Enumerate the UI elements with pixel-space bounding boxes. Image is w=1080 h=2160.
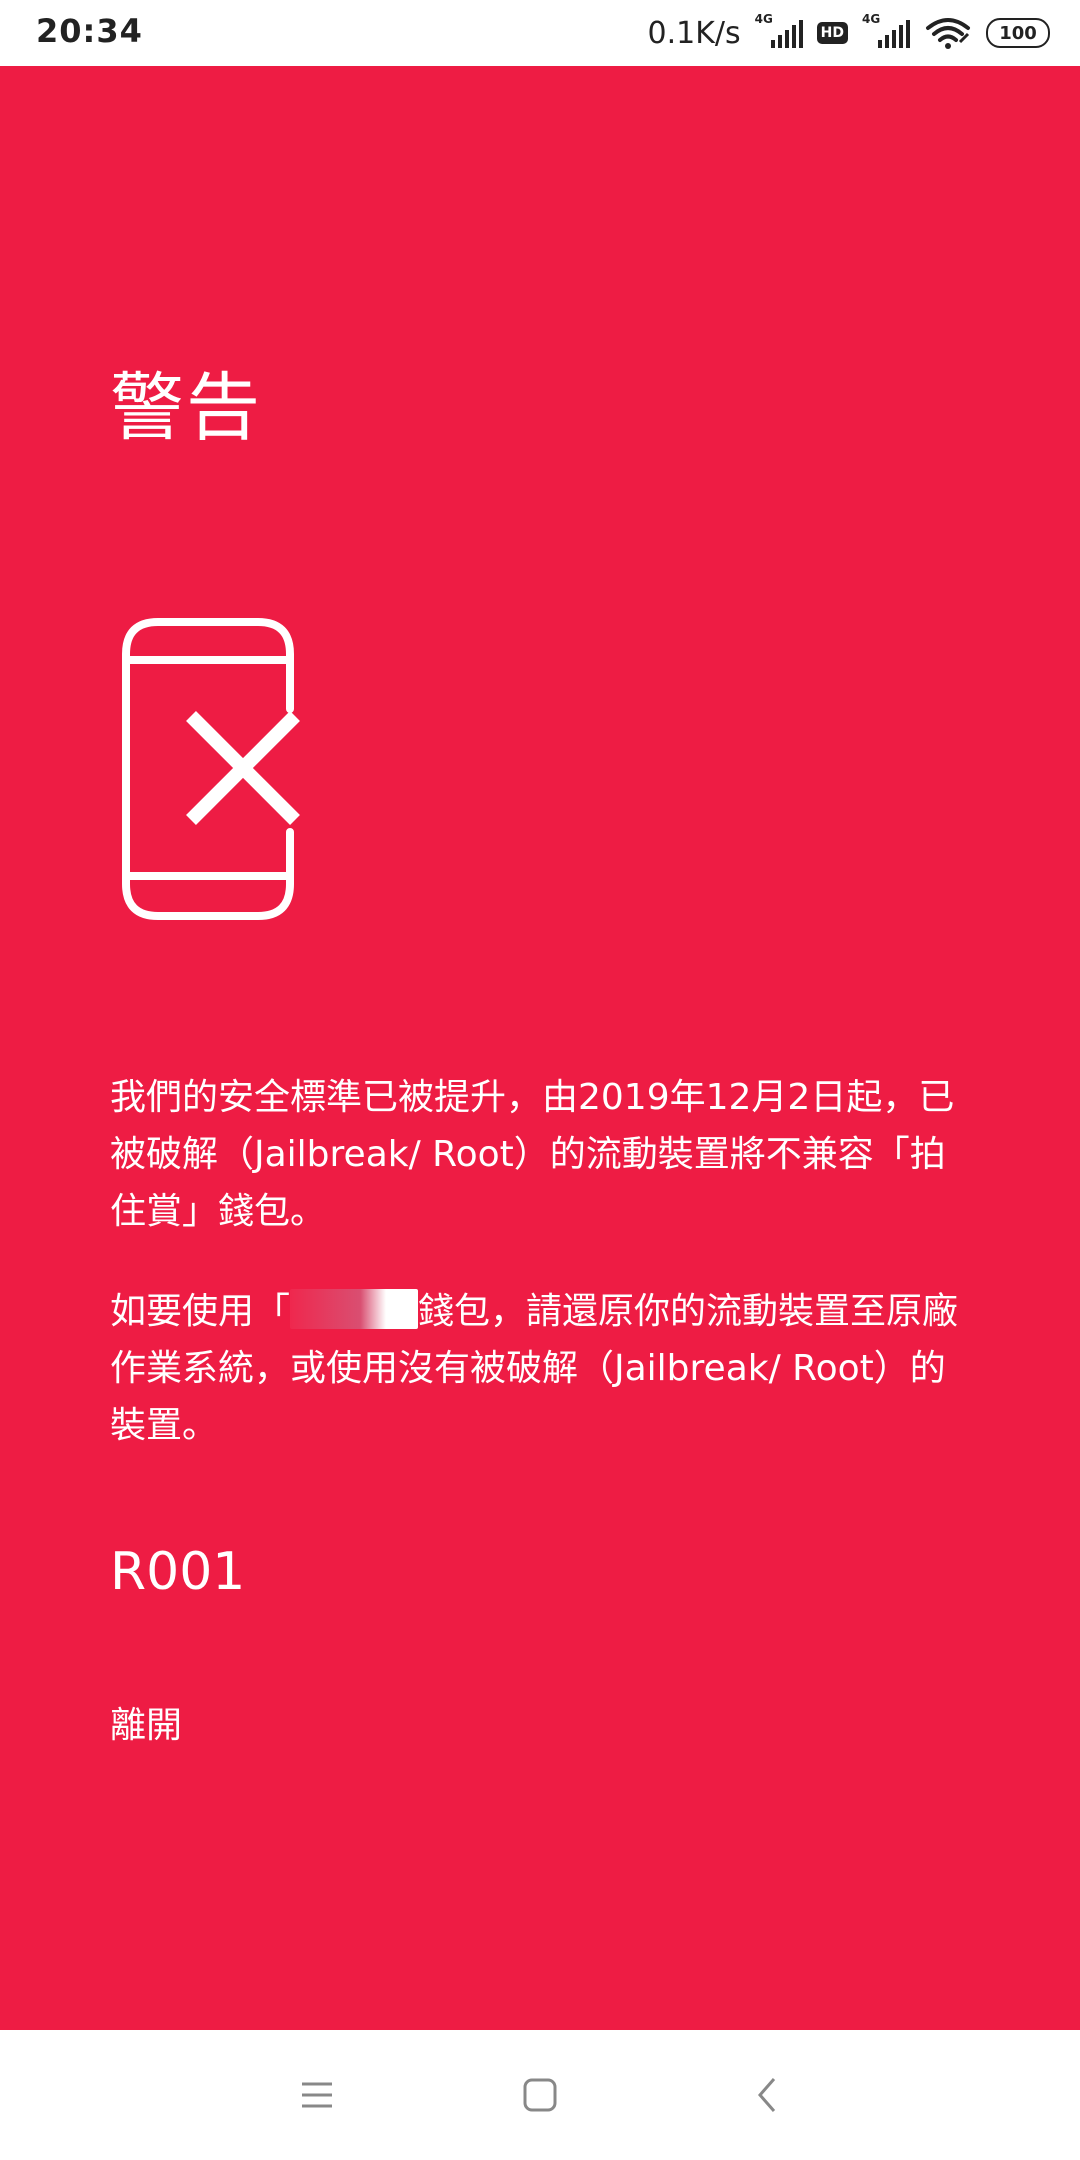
error-code: R001	[110, 1542, 246, 1602]
status-indicators: 0.1K/s 4G HD 4G 100	[648, 10, 1050, 56]
page-title: 警告	[110, 365, 262, 451]
menu-icon	[302, 2082, 332, 2108]
hd-icon: HD	[816, 22, 848, 44]
status-time: 20:34	[36, 12, 143, 50]
instruction-message: 如要使用「 錢包，請還原你的流動裝置至原廠作業系統，或使用沒有被破解（Jailbr…	[110, 1283, 970, 1454]
instruction-text-start: 如要使用「	[110, 1291, 291, 1332]
network-type-label: 4G	[754, 12, 773, 26]
exit-button[interactable]: 離開	[110, 1696, 182, 1748]
home-button[interactable]	[505, 2060, 575, 2130]
battery-icon: 100	[986, 18, 1050, 48]
warning-message: 我們的安全標準已被提升，由2019年12月2日起，已被破解（Jailbreak/…	[110, 1077, 955, 1232]
status-bar: 20:34 0.1K/s 4G HD 4G 100	[0, 0, 1080, 66]
signal-icon: 4G	[755, 12, 803, 48]
navigation-bar	[0, 2030, 1080, 2160]
network-type-label: 4G	[862, 12, 881, 26]
home-icon	[523, 2078, 557, 2112]
menu-button[interactable]	[282, 2060, 352, 2130]
wifi-icon	[926, 18, 970, 49]
signal-icon: 4G	[862, 12, 910, 48]
jailbroken-device-icon	[122, 618, 300, 920]
redacted-wallet-name	[290, 1289, 419, 1329]
back-button[interactable]	[732, 2060, 802, 2130]
back-icon	[758, 2078, 776, 2112]
jailbreak-warning-screen: 警告 我們的安全標準已被提升，由2019年12月2日起，已被破解（Jailbre…	[0, 66, 1080, 2030]
network-speed: 0.1K/s	[647, 15, 741, 51]
